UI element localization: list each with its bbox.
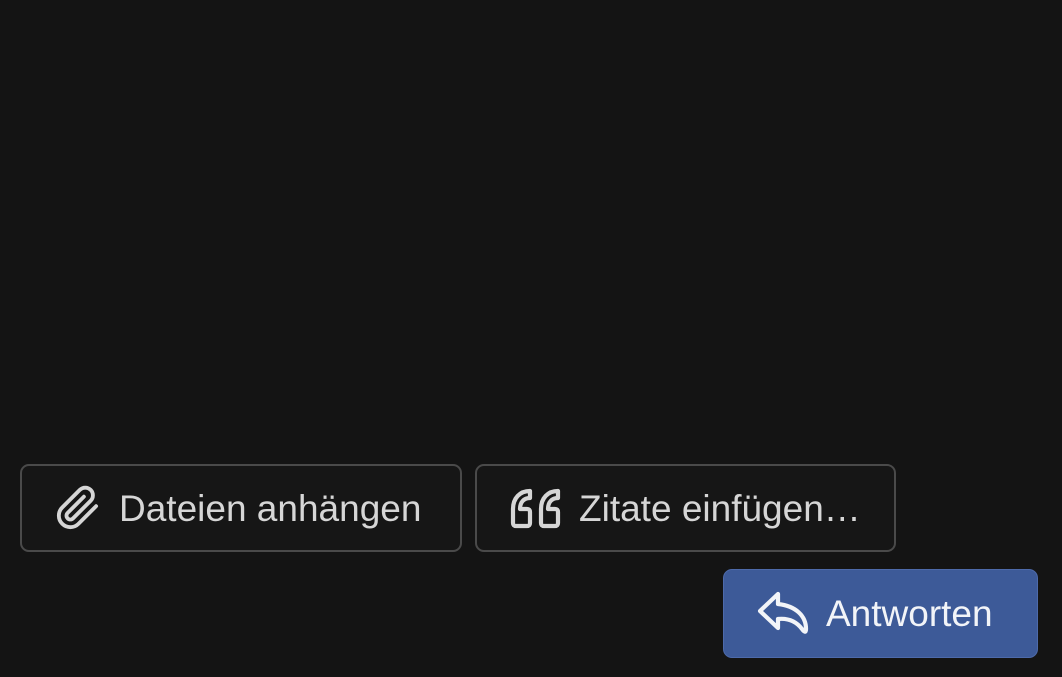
attach-files-label: Dateien anhängen: [119, 487, 422, 529]
reply-arrow-icon: [756, 590, 810, 638]
reply-composer-area: Dateien anhängen Zitate einfügen… Antwor…: [0, 0, 1062, 677]
reply-button-label: Antworten: [826, 593, 993, 634]
insert-quotes-button[interactable]: Zitate einfügen…: [475, 464, 896, 552]
attach-files-button[interactable]: Dateien anhängen: [20, 464, 462, 552]
insert-quotes-label: Zitate einfügen…: [579, 487, 861, 529]
paperclip-icon: [55, 485, 101, 531]
reply-button[interactable]: Antworten: [723, 569, 1038, 658]
quote-icon: [508, 485, 564, 531]
